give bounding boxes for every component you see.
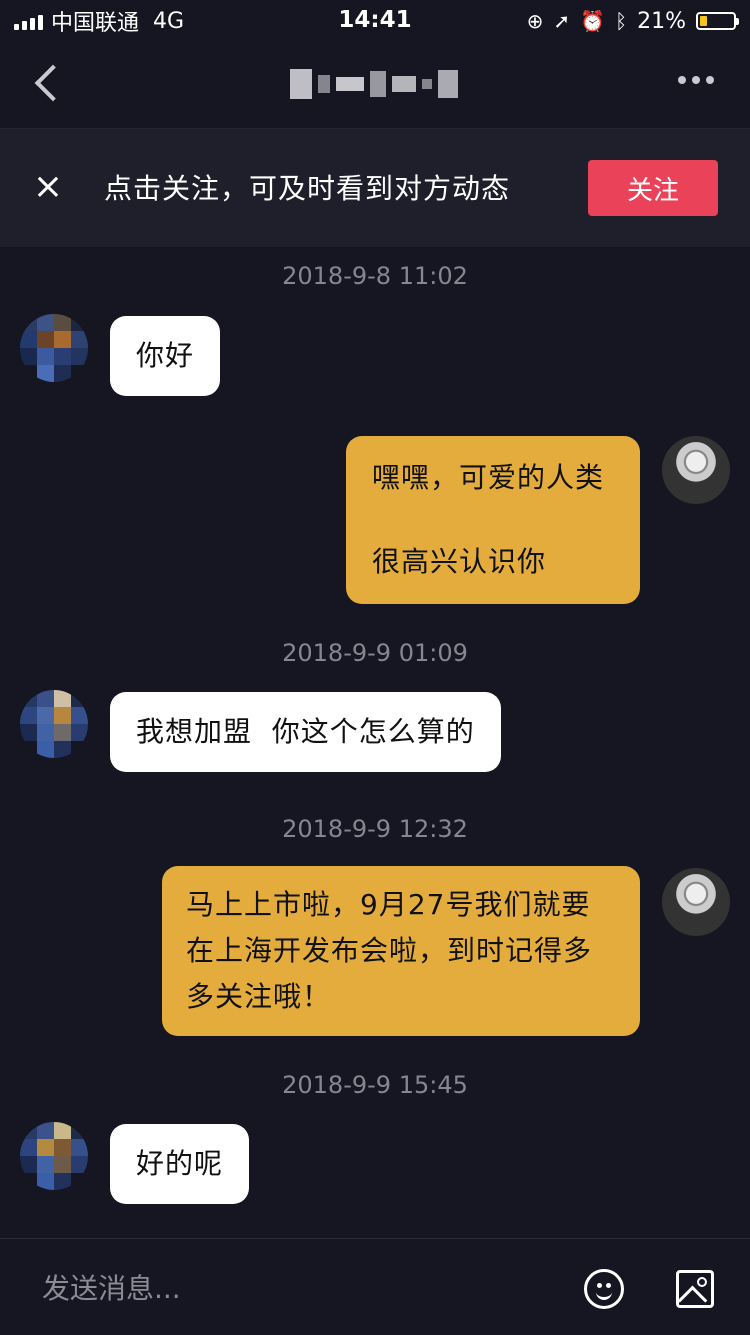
message-timestamp: 2018-9-9 01:09 [282,639,468,667]
avatar[interactable] [662,436,730,504]
orientation-lock-icon: ⊕ [526,9,544,33]
message-text: 马上上市啦，9月27号我们就要 [186,888,591,921]
more-dots-icon[interactable] [678,76,714,84]
message-bubble-outgoing[interactable]: 嘿嘿，可爱的人类 很高兴认识你 [346,436,640,604]
message-text: 很高兴认识你 [372,545,547,578]
alarm-icon: ⏰ [580,9,606,33]
message-input-bar [0,1238,750,1335]
message-timestamp: 2018-9-8 11:02 [282,262,468,290]
message-bubble-outgoing[interactable]: 马上上市啦，9月27号我们就要 在上海开发布会啦，到时记得多 多关注哦！ [162,866,640,1036]
image-icon[interactable] [676,1270,714,1308]
message-timestamp: 2018-9-9 12:32 [282,815,468,843]
message-timestamp: 2018-9-9 15:45 [282,1071,468,1099]
message-text: 嘿嘿，可爱的人类 [372,461,605,494]
follow-banner: × 点击关注，可及时看到对方动态 关注 [0,129,750,247]
status-bar: 中国联通 4G 14:41 ⊕ ➚ ⏰ ᛒ 21% [0,0,750,42]
follow-button[interactable]: 关注 [588,160,718,216]
avatar[interactable] [20,314,88,382]
close-icon[interactable]: × [30,169,66,205]
message-bubble-incoming[interactable]: 你好 [110,316,221,396]
conversation-title-pixelated [290,64,462,104]
battery-percent: 21% [637,8,686,34]
location-icon: ➚ [553,9,571,33]
message-bubble-incoming[interactable]: 好的呢 [110,1124,250,1204]
status-right: ⊕ ➚ ⏰ ᛒ 21% [526,7,739,35]
bluetooth-icon: ᛒ [615,9,628,33]
message-text: 你好 [136,339,195,372]
message-text: 好的呢 [136,1147,224,1180]
follow-prompt-text: 点击关注，可及时看到对方动态 [104,172,511,205]
avatar[interactable] [20,1122,88,1190]
avatar[interactable] [20,690,88,758]
message-input[interactable] [40,1263,544,1313]
avatar[interactable] [662,868,730,936]
message-text: 在上海开发布会啦，到时记得多 [186,934,593,967]
emoji-icon[interactable] [584,1269,624,1309]
message-text: 我想加盟 你这个怎么算的 [136,715,475,748]
message-text: 多关注哦！ [186,980,332,1013]
battery-icon [696,12,739,30]
nav-bar [0,42,750,129]
chevron-left-icon[interactable] [28,62,68,106]
battery-level [700,16,707,26]
message-bubble-incoming[interactable]: 我想加盟 你这个怎么算的 [110,692,501,772]
